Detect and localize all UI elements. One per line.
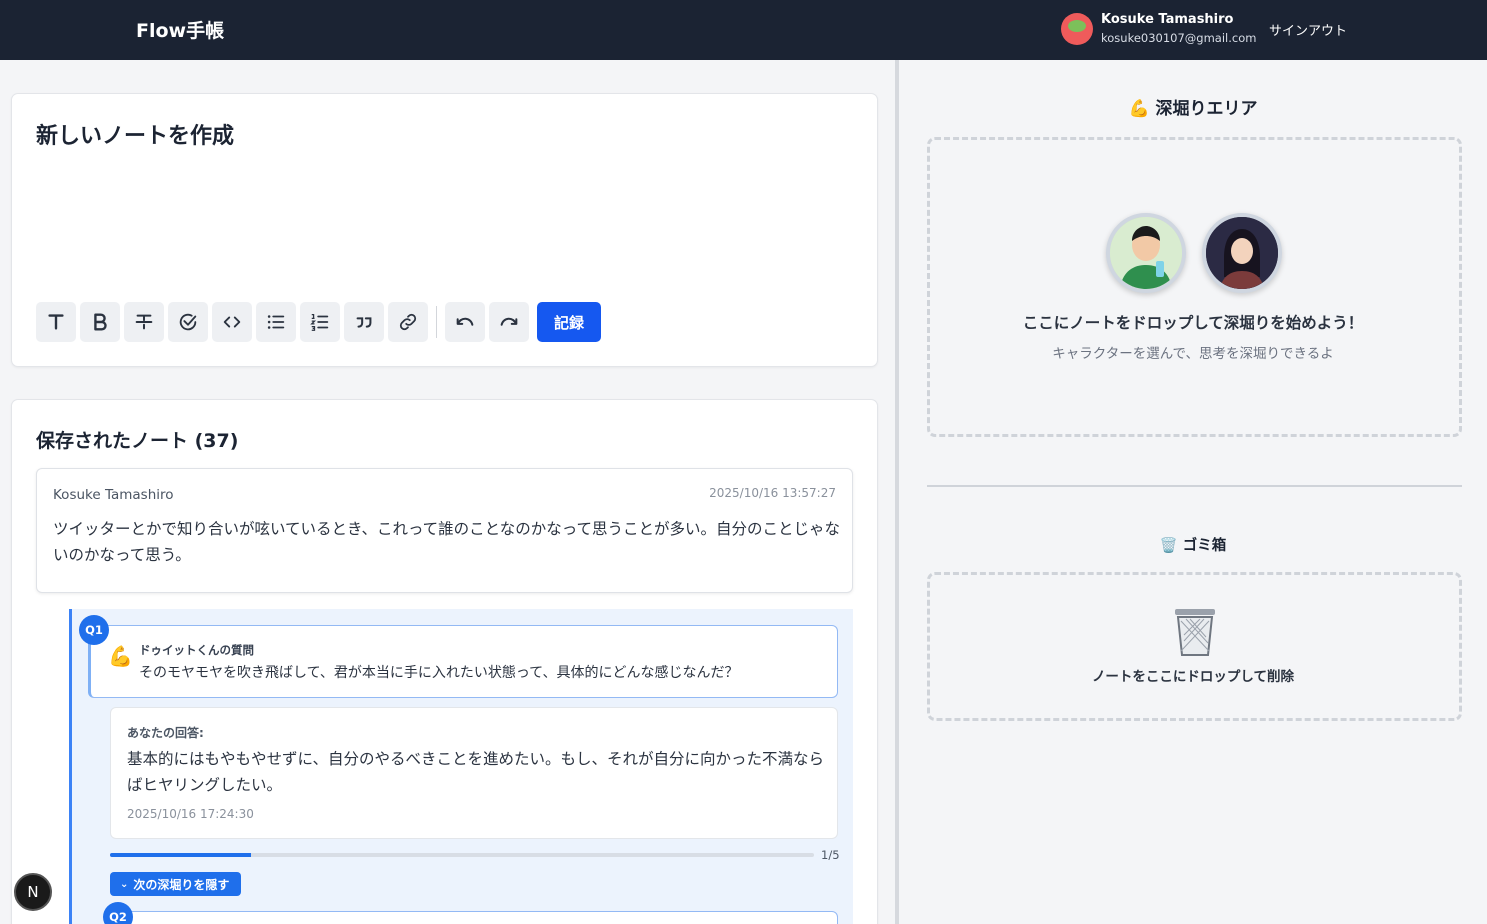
redo-icon (500, 317, 518, 326)
record-button[interactable]: 記録 (537, 302, 601, 342)
text-button[interactable] (36, 302, 76, 342)
code-icon (223, 316, 241, 328)
hide-next-dig-label: 次の深堀りを隠す (133, 877, 230, 892)
dig-drop-subtitle: キャラクターを選んで、思考を深堀りできるよ (1052, 346, 1334, 362)
hide-next-dig-button[interactable]: ⌄ 次の深堀りを隠す (110, 872, 242, 896)
note-body: ツイッターとかで知り合いが呟いているとき、これって誰のことなのかなって思うことが… (53, 520, 840, 564)
dig-thread: 💪 ドゥイットくんの質問 そのモヤモヤを吹き飛ばして、君が本当に手に入れたい状態… (69, 609, 853, 924)
user-name: Kosuke Tamashiro (1101, 12, 1234, 27)
checklist-button[interactable] (168, 302, 208, 342)
answer-date: 2025/10/16 17:24:30 (127, 807, 254, 821)
editor-title[interactable]: 新しいノートを作成 (36, 118, 234, 150)
undo-icon (456, 317, 474, 326)
app-brand[interactable]: Flow手帳 (136, 16, 224, 43)
checklist-icon (179, 313, 197, 331)
ordered-list-icon (310, 314, 329, 331)
undo-button[interactable] (445, 302, 485, 342)
trash-title: 🗑️ ゴミ箱 (1159, 538, 1227, 554)
boy-character-icon (1110, 217, 1182, 289)
text-icon (48, 314, 64, 330)
code-button[interactable] (212, 302, 252, 342)
answer-text: 基本的にはもやもやせずに、自分のやるべきことを進めたい。もし、それが自分に向かっ… (127, 750, 825, 794)
note-author: Kosuke Tamashiro (53, 487, 174, 503)
bullet-list-button[interactable] (256, 302, 296, 342)
top-bar: Flow手帳 Kosuke Tamashiro kosuke030107@gma… (0, 0, 1487, 60)
girl-character-icon (1206, 217, 1278, 289)
user-email: kosuke030107@gmail.com (1101, 31, 1257, 45)
link-button[interactable] (388, 302, 428, 342)
question-text: そのモヤモヤを吹き飛ばして、君が本当に手に入れたい状態って、具体的にどんな感じな… (139, 665, 739, 681)
redo-button[interactable] (489, 302, 529, 342)
saved-notes-card: 保存されたノート (37) Kosuke Tamashiro 2025/10/1… (11, 399, 878, 924)
answer-card: あなたの回答: 基本的にはもやもやせずに、自分のやるべきことを進めたい。もし、そ… (110, 707, 838, 839)
user-avatar[interactable] (1061, 13, 1093, 45)
toolbar-separator (436, 306, 437, 338)
dig-dropzone[interactable] (927, 137, 1462, 437)
question-card: 💪 ドゥイットくんの質問 そのモヤモヤを吹き飛ばして、君が本当に手に入れたい状態… (88, 625, 838, 698)
dig-progress-bar (110, 853, 814, 857)
character-avatar-doit[interactable] (1106, 213, 1186, 293)
strikethrough-button[interactable] (124, 302, 164, 342)
note-date: 2025/10/16 13:57:27 (709, 486, 836, 500)
dig-progress-fill (110, 853, 251, 857)
ordered-list-button[interactable] (300, 302, 340, 342)
dig-drop-title: ここにノートをドロップして深堀りを始めよう！ (1022, 314, 1364, 332)
signout-button[interactable]: サインアウト (1269, 20, 1347, 39)
strikethrough-icon (135, 314, 153, 330)
link-icon (399, 313, 417, 331)
quote-icon (356, 317, 372, 328)
section-divider (927, 485, 1462, 487)
dig-progress-label: 1/5 (821, 848, 840, 862)
bold-button[interactable] (80, 302, 120, 342)
note-editor-card: 新しいノートを作成 記録 (11, 93, 878, 367)
character-avatar-girl[interactable] (1202, 213, 1282, 293)
trash-can-icon (1172, 607, 1218, 661)
note-item[interactable]: Kosuke Tamashiro 2025/10/16 13:57:27 ツイッ… (36, 468, 853, 593)
dev-tools-badge[interactable]: N (14, 873, 52, 911)
left-panel: 新しいノートを作成 記録 保存されたノート (37) Kosuke Tamash… (0, 60, 895, 924)
question-badge-q2: Q2 (103, 902, 133, 924)
quote-button[interactable] (344, 302, 384, 342)
chevron-down-icon: ⌄ (120, 878, 129, 890)
right-panel: 💪 深堀りエリア ここにノートをドロップして深堀りを始めよう！ キャラクターを選… (899, 60, 1487, 924)
flexed-biceps-icon: 💪 (108, 644, 133, 668)
trash-drop-text: ノートをここにドロップして削除 (1091, 669, 1295, 685)
question-asker: ドゥイットくんの質問 (139, 643, 254, 657)
bold-icon (94, 313, 107, 331)
dig-area-title: 💪 深堀りエリア (1128, 99, 1258, 119)
bullet-list-icon (267, 315, 285, 329)
answer-label: あなたの回答: (127, 726, 204, 740)
question-badge-q1: Q1 (79, 615, 109, 645)
saved-notes-title: 保存されたノート (37) (36, 430, 239, 452)
question-card-2 (110, 911, 838, 924)
